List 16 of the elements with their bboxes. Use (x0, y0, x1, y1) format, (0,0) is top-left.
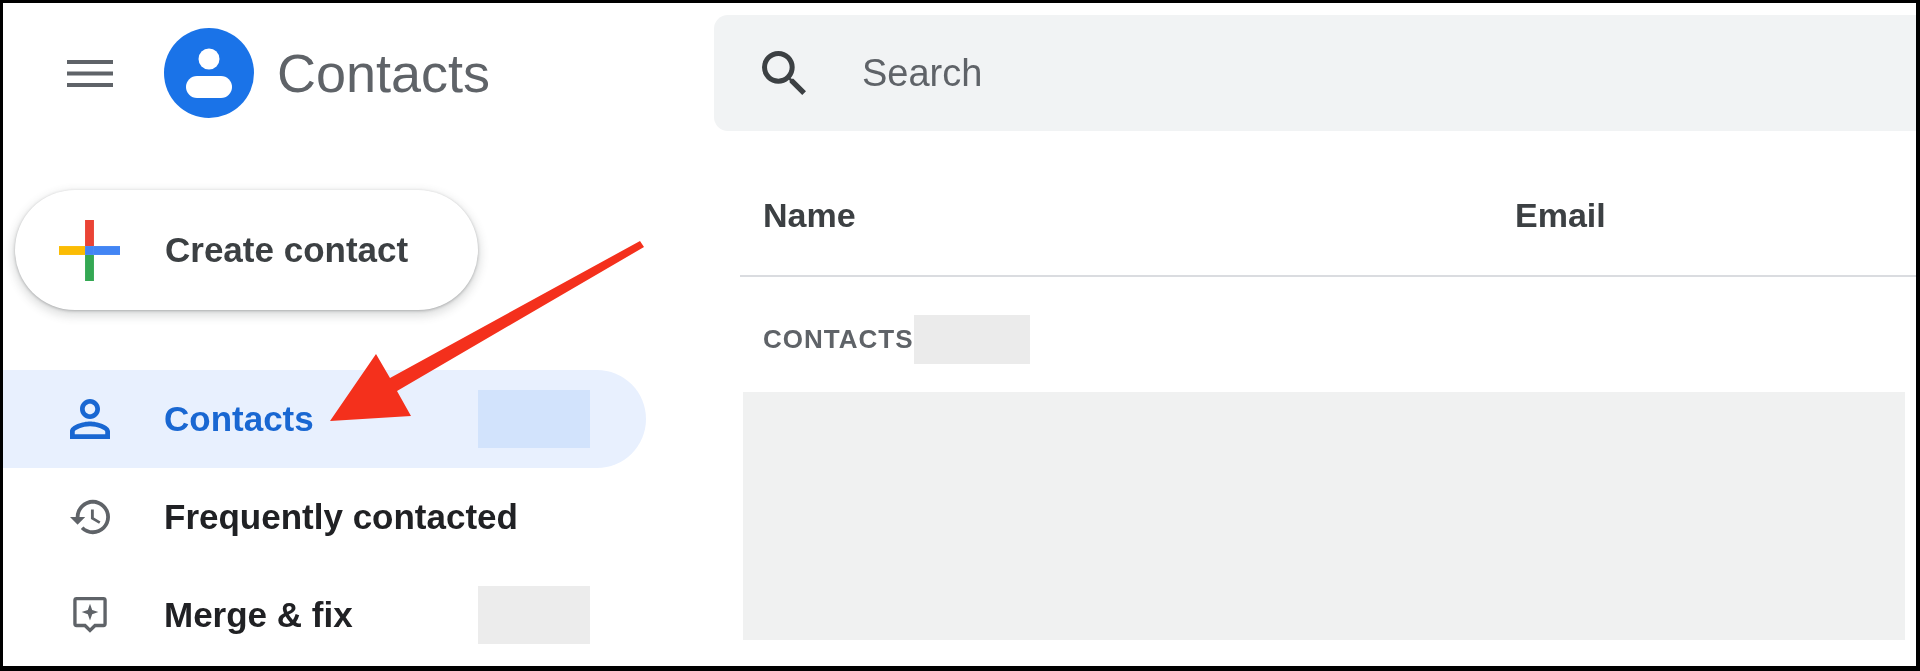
menu-icon[interactable] (67, 59, 113, 87)
sidebar-item[interactable]: Frequently contacted (3, 468, 646, 566)
create-contact-button[interactable]: Create contact (15, 190, 478, 310)
sidebar-item[interactable]: Merge & fix (3, 566, 646, 664)
history-icon (70, 499, 110, 535)
section-label: CONTACTS (763, 323, 914, 356)
search-icon (762, 51, 806, 95)
sidebar-item[interactable]: Contacts (3, 370, 646, 468)
search-field[interactable]: Search (714, 15, 1916, 131)
person-icon (70, 399, 110, 439)
plus-icon (59, 219, 120, 281)
column-header: Name (763, 194, 857, 236)
sparkle-box-icon (70, 597, 110, 633)
person-circle-icon (164, 28, 254, 118)
app-title: Contacts (277, 41, 491, 105)
column-header: Email (1515, 194, 1606, 236)
